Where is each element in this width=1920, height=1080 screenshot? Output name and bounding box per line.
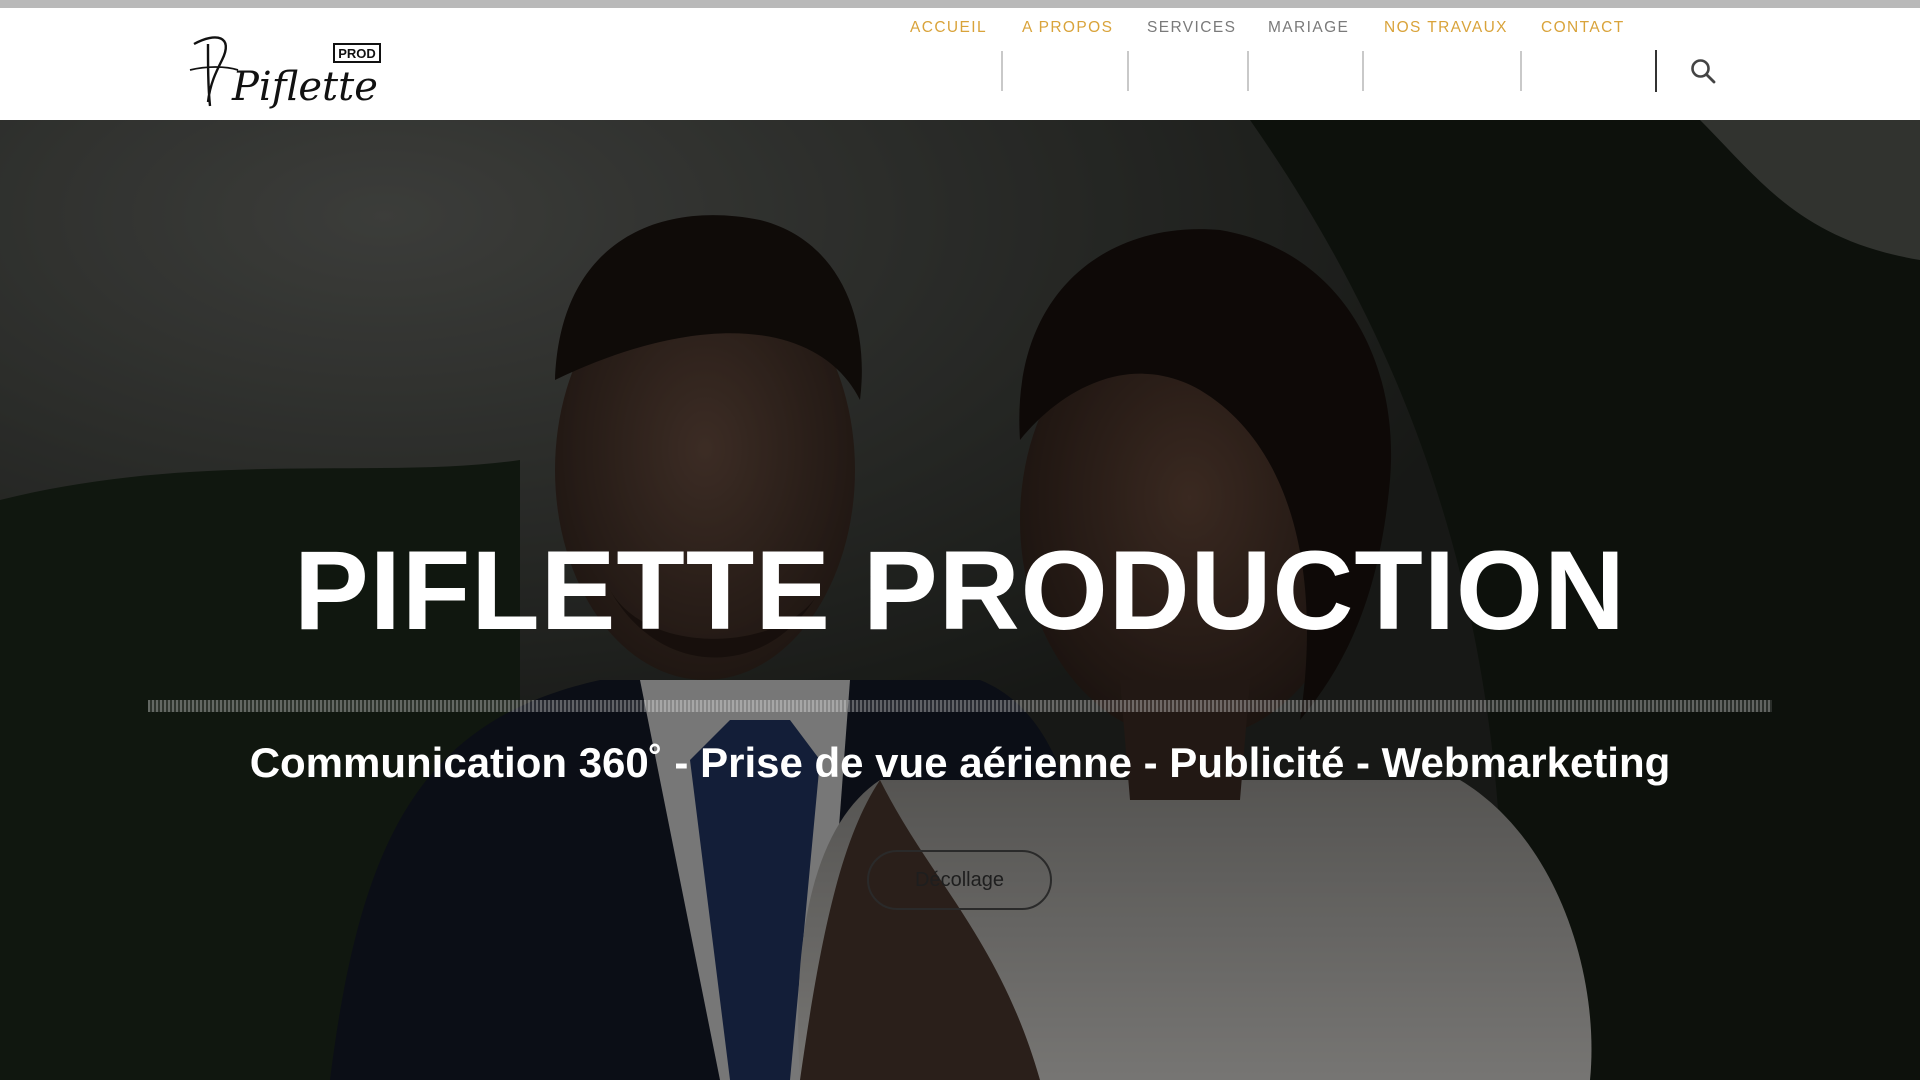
site-header: Piflette PROD ACCUEIL A PROPOS SERVICES … [0, 8, 1920, 120]
top-border [0, 0, 1920, 8]
nav-contact[interactable]: CONTACT [1541, 8, 1625, 48]
hero-section: PIFLETTE PRODUCTION Communication 360˚ -… [0, 120, 1920, 1080]
nav-divider [1655, 50, 1657, 92]
nav-mariage[interactable]: MARIAGE [1268, 8, 1349, 48]
hero-subtitle: Communication 360˚ - Prise de vue aérien… [249, 739, 1671, 786]
hero-divider [148, 700, 1772, 712]
nav-divider [1001, 51, 1003, 91]
search-icon[interactable] [1690, 58, 1716, 84]
hero-title: PIFLETTE PRODUCTION [294, 528, 1626, 653]
nav-divider [1247, 51, 1249, 91]
nav-divider [1362, 51, 1364, 91]
nav-divider [1127, 51, 1129, 91]
nav-divider [1520, 51, 1522, 91]
logo-badge: PROD [338, 46, 376, 61]
logo-script: Piflette [231, 64, 378, 110]
nav-a-propos[interactable]: A PROPOS [1022, 8, 1113, 48]
nav-services[interactable]: SERVICES [1147, 8, 1236, 48]
site-logo[interactable]: Piflette PROD [186, 26, 386, 110]
decollage-button[interactable]: Décollage [867, 850, 1052, 910]
nav-accueil[interactable]: ACCUEIL [910, 8, 987, 48]
nav-nos-travaux[interactable]: NOS TRAVAUX [1384, 8, 1508, 48]
